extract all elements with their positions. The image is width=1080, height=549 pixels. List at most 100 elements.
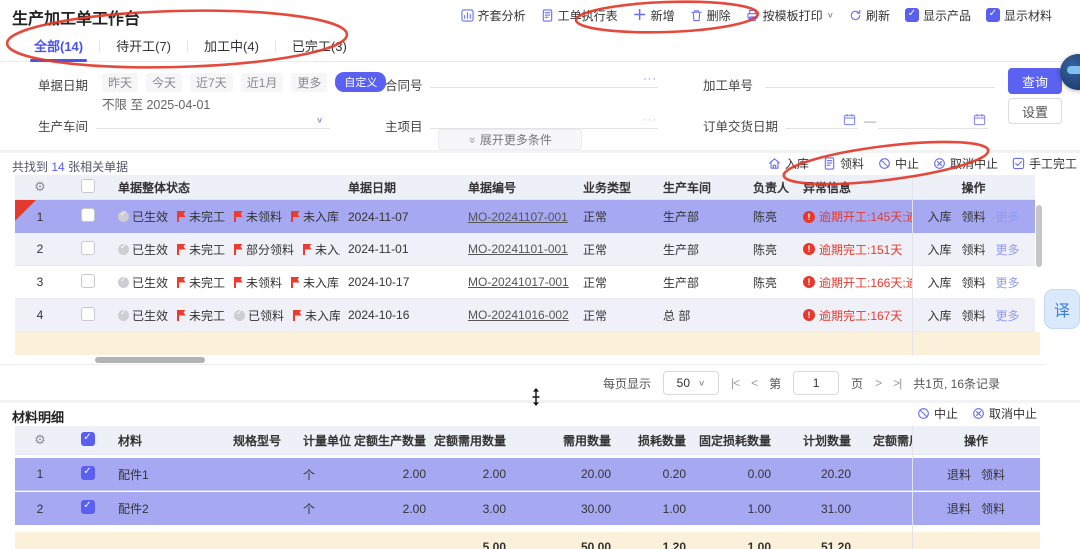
row-more-link[interactable]: 更多 <box>996 208 1020 225</box>
manual-finish-button[interactable]: 手工完工 <box>1012 155 1077 172</box>
main-project-lookup-icon[interactable]: ··· <box>643 114 657 126</box>
add-button[interactable]: ＋ 新增 <box>633 7 675 24</box>
doc-code-link[interactable]: MO-20241016-002 <box>468 308 569 322</box>
inbound-button[interactable]: 入库 <box>768 155 809 172</box>
row-inbound-link[interactable]: 入库 <box>927 307 951 324</box>
tab-all[interactable]: 全部(14) <box>18 30 99 61</box>
show-material-toggle[interactable]: 显示材料 <box>986 7 1052 24</box>
contract-lookup-icon[interactable]: ··· <box>643 73 657 85</box>
document-icon <box>541 9 554 22</box>
vertical-scrollbar-thumb[interactable] <box>1036 205 1042 267</box>
show-material-checkbox[interactable] <box>986 8 1000 22</box>
material-row[interactable]: 2 配件2 个 2.00 3.00 30.00 1.00 1.00 31.00 … <box>15 492 1040 525</box>
material-pick-button[interactable]: 领料 <box>823 155 864 172</box>
cancel-abort-button[interactable]: 取消中止 <box>933 155 998 172</box>
warehouse-icon <box>768 157 781 170</box>
doc-code-link[interactable]: MO-20241107-001 <box>468 210 568 224</box>
show-product-checkbox[interactable] <box>905 8 919 22</box>
row-pick-link[interactable]: 领料 <box>961 307 985 324</box>
orders-summary-row <box>15 332 1040 355</box>
kit-analysis-button[interactable]: 齐套分析 <box>461 7 526 24</box>
row-checkbox[interactable] <box>81 466 95 480</box>
material-row[interactable]: 1 配件1 个 2.00 2.00 20.00 0.20 0.00 20.20 … <box>15 458 1040 491</box>
row-checkbox[interactable] <box>81 307 95 321</box>
row-checkbox[interactable] <box>81 241 95 255</box>
tab-finished[interactable]: 已完工(3) <box>276 30 363 61</box>
contract-input[interactable] <box>430 68 658 88</box>
row-checkbox[interactable] <box>81 274 95 288</box>
table-row[interactable]: 1 已生效 未完工 未领料 未入库 2024-11-07 MO-20241107… <box>15 200 1035 233</box>
doc-code-link[interactable]: MO-20241101-001 <box>468 242 568 256</box>
flag-icon <box>234 211 243 222</box>
quick-more[interactable]: 更多 <box>291 73 327 92</box>
show-product-toggle[interactable]: 显示产品 <box>905 7 971 24</box>
quick-today[interactable]: 今天 <box>146 73 182 92</box>
horizontal-scrollbar[interactable] <box>0 355 1045 365</box>
tab-processing[interactable]: 加工中(4) <box>188 30 275 61</box>
refresh-button[interactable]: 刷新 <box>849 7 890 24</box>
delete-button[interactable]: 删除 <box>690 7 731 24</box>
expand-more-conditions-button[interactable]: « 展开更多条件 <box>438 129 582 150</box>
search-button[interactable]: 查询 <box>1008 68 1062 94</box>
settings-button[interactable]: 设置 <box>1008 98 1062 124</box>
return-material-link[interactable]: 退料 <box>947 466 971 483</box>
abort-button[interactable]: 中止 <box>878 155 919 172</box>
table-row[interactable]: 4 已生效 未完工 已领料 未入库 2024-10-16 MO-20241016… <box>15 299 1035 332</box>
delivery-date-end-input[interactable] <box>878 109 988 129</box>
flag-icon <box>234 277 243 288</box>
row-inbound-link[interactable]: 入库 <box>927 241 951 258</box>
check-circle-icon <box>118 211 129 222</box>
materials-abort-button[interactable]: 中止 <box>917 405 958 422</box>
prev-page-button[interactable]: < <box>751 376 757 390</box>
page-number-input[interactable] <box>793 371 839 395</box>
row-checkbox[interactable] <box>81 500 95 514</box>
tab-pending[interactable]: 待开工(7) <box>100 30 187 61</box>
row-inbound-link[interactable]: 入库 <box>927 208 951 225</box>
calendar-icon[interactable] <box>973 113 986 126</box>
row-more-link[interactable]: 更多 <box>996 274 1020 291</box>
table-row[interactable]: 2 已生效 未完工 部分领料 未入库 2024-11-01 MO-2024110… <box>15 233 1035 266</box>
check-square-icon <box>1012 157 1025 170</box>
row-more-link[interactable]: 更多 <box>996 307 1020 324</box>
row-checkbox[interactable] <box>81 208 95 222</box>
pick-material-link[interactable]: 领料 <box>981 466 1005 483</box>
table-row[interactable]: 3 已生效 未完工 未领料 未入库 2024-10-17 MO-20241017… <box>15 266 1035 299</box>
chevron-down-icon[interactable]: ∨ <box>316 116 323 125</box>
quick-last1m[interactable]: 近1月 <box>241 73 284 92</box>
select-all-checkbox[interactable] <box>81 432 95 446</box>
quick-last7[interactable]: 近7天 <box>190 73 233 92</box>
work-order-report-button[interactable]: 工单执行表 <box>541 7 618 24</box>
order-no-input[interactable] <box>765 68 995 88</box>
doc-code-link[interactable]: MO-20241017-001 <box>468 275 569 289</box>
workshop-select[interactable] <box>96 109 330 129</box>
sum-loss: 1.20 <box>655 540 700 549</box>
operation-cell: 入库 领料 更多 <box>912 274 1035 291</box>
materials-cancel-abort-button[interactable]: 取消中止 <box>972 405 1037 422</box>
quick-yesterday[interactable]: 昨天 <box>102 73 138 92</box>
workshop-label: 生产车间 <box>38 116 88 135</box>
doc-date: 2024-11-01 <box>340 242 460 256</box>
quota-req-qty: 2.00 <box>475 467 520 481</box>
first-page-button[interactable]: |< <box>731 376 739 390</box>
row-more-link[interactable]: 更多 <box>996 241 1020 258</box>
row-pick-link[interactable]: 领料 <box>961 274 985 291</box>
pick-material-link[interactable]: 领料 <box>981 500 1005 517</box>
last-page-button[interactable]: >| <box>893 376 901 390</box>
next-page-button[interactable]: > <box>875 376 881 390</box>
translate-float-button[interactable]: 译 <box>1044 289 1080 329</box>
gear-icon[interactable]: ⚙ <box>34 179 46 194</box>
gear-icon[interactable]: ⚙ <box>34 432 46 447</box>
material-name: 配件1 <box>110 466 225 483</box>
row-pick-link[interactable]: 领料 <box>961 241 985 258</box>
row-inbound-link[interactable]: 入库 <box>927 274 951 291</box>
select-all-checkbox[interactable] <box>81 179 95 193</box>
section-divider <box>0 400 1080 403</box>
per-page-select[interactable]: 50 ∨ <box>663 371 719 395</box>
main-project-input[interactable] <box>430 109 658 129</box>
horizontal-scrollbar-thumb[interactable] <box>95 357 205 363</box>
row-pick-link[interactable]: 领料 <box>961 208 985 225</box>
return-material-link[interactable]: 退料 <box>947 500 971 517</box>
quick-custom-badge[interactable]: 自定义 <box>335 72 386 92</box>
print-by-template-button[interactable]: 按模板打印 ∨ <box>746 7 834 24</box>
calendar-icon[interactable] <box>843 113 856 126</box>
